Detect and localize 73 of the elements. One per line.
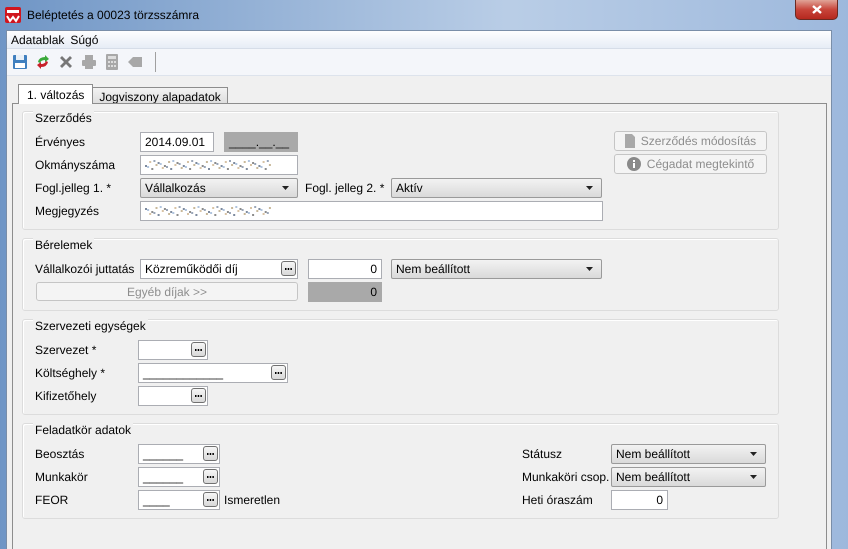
lookup-field[interactable]: Közreműködői díj: [140, 258, 298, 278]
browse-button[interactable]: [191, 342, 206, 357]
field-label: Heti óraszám: [522, 492, 594, 506]
field-label: Munkaköri csop.: [522, 470, 610, 484]
caret-icon: [750, 452, 757, 456]
tab[interactable]: 1. változás: [18, 84, 94, 104]
printer-icon: [81, 54, 97, 70]
field-label: Kifizetőhely: [35, 388, 98, 402]
arrows-icon: [35, 54, 51, 70]
number-field: 0: [308, 282, 382, 302]
dropdown[interactable]: Vállalkozás: [140, 178, 298, 198]
caret-icon: [750, 474, 757, 478]
menu-item[interactable]: Súgó: [70, 32, 98, 46]
field-label: FEOR: [35, 492, 70, 506]
lookup-field[interactable]: ______: [138, 444, 220, 464]
tag-icon: [127, 56, 143, 68]
field-label: Költséghely *: [35, 366, 106, 380]
menu-item[interactable]: Adatablak: [11, 32, 64, 46]
app-icon: [5, 7, 21, 23]
tab[interactable]: Jogviszony alapadatok: [92, 87, 228, 104]
save-icon: [12, 54, 28, 70]
delete-icon: [58, 54, 74, 70]
field-note: Ismeretlen: [224, 492, 280, 506]
field-label: Státusz: [522, 446, 564, 460]
group-title: Szerződés: [33, 111, 94, 125]
field-label: Érvényes: [35, 134, 86, 148]
field-value: ______: [143, 446, 184, 460]
text-field[interactable]: [140, 154, 298, 174]
text-field[interactable]: [140, 200, 603, 220]
close-icon: [812, 5, 822, 14]
number-field[interactable]: 0: [611, 490, 668, 510]
dropdown[interactable]: Nem beállított: [611, 466, 766, 486]
document-icon: [624, 134, 635, 148]
caret-icon: [586, 186, 593, 190]
browse-button[interactable]: [203, 446, 218, 461]
dropdown[interactable]: Nem beállított: [391, 258, 602, 278]
group-title: Szervezeti egységek: [33, 319, 148, 333]
number-field[interactable]: 0: [308, 258, 382, 278]
close-button[interactable]: [795, 0, 838, 20]
field-label: Megjegyzés: [35, 204, 100, 218]
window-title: Beléptetés a 00023 törzsszámra: [27, 8, 200, 22]
dropdown[interactable]: Nem beállított: [611, 444, 766, 464]
lookup-field[interactable]: [138, 340, 208, 360]
lookup-field[interactable]: ____________: [138, 362, 288, 382]
field-label: Beosztás: [35, 446, 86, 460]
lookup-field[interactable]: ______: [138, 466, 220, 486]
field-value: Közreműködői díj: [145, 262, 238, 276]
field-label: Munkakör: [35, 470, 89, 484]
caret-icon: [586, 266, 593, 270]
browse-button[interactable]: [191, 388, 206, 403]
lookup-field[interactable]: [138, 386, 208, 406]
field-label: Fogl.jelleg 1. *: [35, 180, 112, 194]
field-value: ______: [143, 470, 184, 484]
field-label: Vállalkozói juttatás: [35, 262, 136, 276]
calculator-icon: [105, 54, 119, 70]
toolbar-button[interactable]: [11, 53, 29, 71]
dropdown[interactable]: Aktív: [391, 178, 602, 198]
group-title: Bérelemek: [33, 238, 94, 252]
field-value: ____________: [143, 366, 224, 380]
caret-icon: [282, 186, 289, 190]
info-icon: [626, 157, 641, 171]
field-label: Fogl. jelleg 2. *: [305, 180, 386, 194]
field-label: Szervezet *: [35, 342, 98, 356]
browse-button[interactable]: [203, 492, 218, 507]
field-label: Okmányszáma: [35, 158, 116, 172]
date-field[interactable]: ____.__.__: [224, 132, 298, 152]
browse-button[interactable]: [203, 469, 218, 484]
lookup-field[interactable]: ____: [138, 490, 220, 510]
field-value: ____: [143, 492, 170, 506]
browse-button[interactable]: [271, 365, 286, 380]
browse-button[interactable]: [281, 261, 296, 276]
date-field[interactable]: 2014.09.01: [140, 132, 214, 152]
group-title: Feladatkör adatok: [33, 423, 134, 437]
